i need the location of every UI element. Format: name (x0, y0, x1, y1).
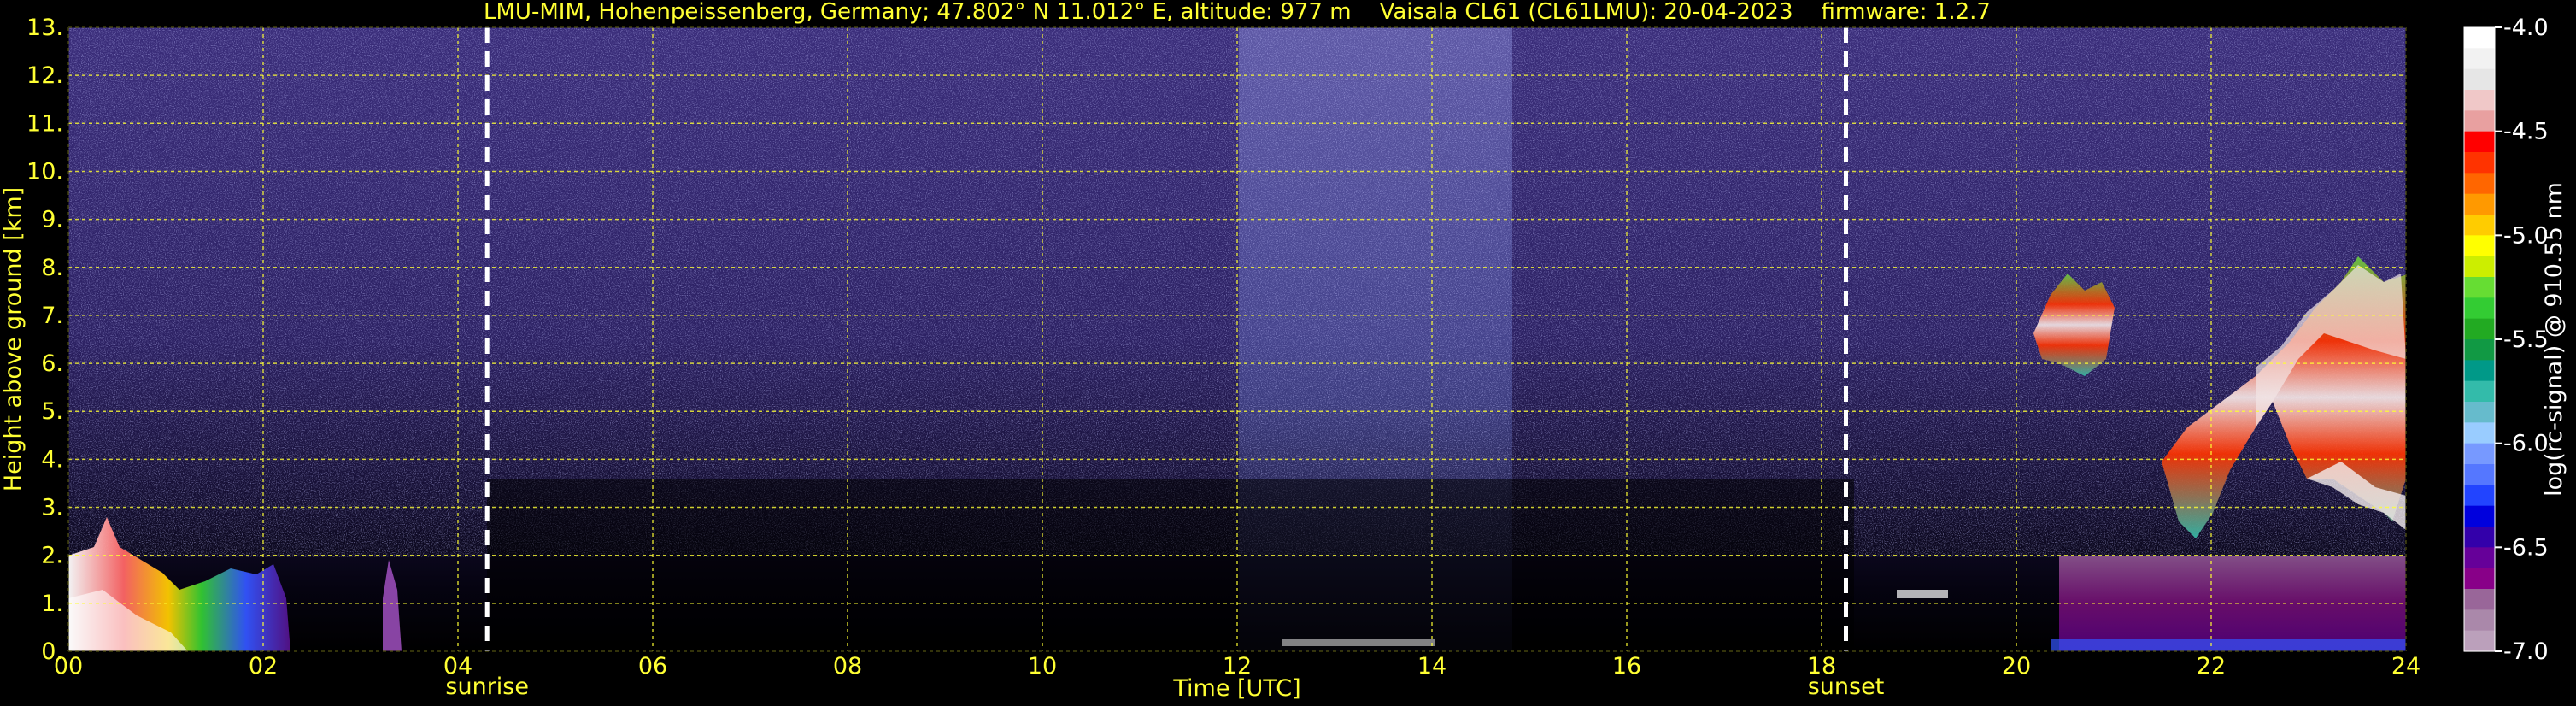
y-tick-label: 5. (41, 398, 63, 425)
colorbar-swatch (2464, 339, 2495, 361)
plot-area (68, 27, 2406, 651)
colorbar-swatch (2464, 256, 2495, 278)
colorbar-swatch (2464, 193, 2495, 215)
colorbar-swatch (2464, 173, 2495, 195)
colorbar-tick-label: -7.0 (2503, 638, 2549, 665)
colorbar-swatch (2464, 131, 2495, 153)
colorbar-tick-label: -4.5 (2503, 119, 2549, 145)
y-tick-label: 2. (41, 543, 63, 569)
x-tick-label: 22 (2197, 653, 2226, 680)
ceilometer-chart: sunrise sunset 00 02 04 06 08 10 12 14 16 18 20 22 24… (0, 0, 2567, 702)
colorbar-swatch (2464, 380, 2495, 403)
colorbar-swatch (2464, 547, 2495, 569)
y-tick-label: 8. (41, 255, 63, 281)
y-tick-label: 6. (41, 350, 63, 377)
x-tick-label: 18 (1807, 653, 1836, 680)
colorbar-swatch (2464, 152, 2495, 174)
colorbar-swatch (2464, 318, 2495, 340)
colorbar-swatch (2464, 215, 2495, 236)
colorbar-label: log(rc-signal) @ 910.55 nm (2541, 182, 2567, 497)
y-tick-label: 13. (26, 15, 63, 41)
colorbar-swatch (2464, 527, 2495, 548)
colorbar-swatch (2464, 609, 2495, 632)
y-tick-label: 4. (41, 446, 63, 473)
colorbar-swatch (2464, 90, 2495, 111)
colorbar-swatch (2464, 485, 2495, 507)
colorbar-swatch (2464, 443, 2495, 465)
x-tick-label: 02 (249, 653, 278, 680)
colorbar-swatch (2464, 360, 2495, 382)
y-tick-labels: 0. 1. 2. 3. 4. 5. 6. 7. 8. 9. 10. 11. 12. 13. (26, 15, 63, 665)
y-tick-label: 9. (41, 207, 63, 233)
colorbar-swatch (2464, 464, 2495, 485)
colorbar-swatch (2464, 630, 2495, 652)
x-tick-label: 24 (2391, 653, 2421, 680)
x-tick-label: 08 (833, 653, 862, 680)
colorbar-swatch (2464, 235, 2495, 257)
colorbar-swatch (2464, 277, 2495, 298)
y-tick-label: 1. (41, 591, 63, 617)
colorbar-tick-label: -4.0 (2503, 15, 2549, 41)
chart-title: LMU-MIM, Hohenpeissenberg, Germany; 47.8… (484, 0, 1991, 25)
y-tick-label: 10. (26, 158, 63, 185)
y-axis-label: Height above ground [km] (0, 187, 26, 491)
x-tick-label: 10 (1028, 653, 1057, 680)
colorbar-swatch (2464, 297, 2495, 320)
y-tick-label: 12. (26, 62, 63, 89)
colorbar-swatch (2464, 110, 2495, 132)
colorbar-swatch (2464, 68, 2495, 91)
y-tick-label: 7. (41, 303, 63, 329)
colorbar-swatch (2464, 589, 2495, 610)
x-tick-label: 16 (1612, 653, 1641, 680)
y-tick-label: 0. (41, 638, 63, 665)
x-tick-label: 06 (638, 653, 667, 680)
colorbar: -4.0-4.5-5.0-5.5-6.0-6.5-7.0 log(rc-sign… (2463, 15, 2567, 665)
colorbar-swatch (2464, 402, 2495, 423)
colorbar-swatch (2464, 27, 2495, 49)
colorbar-swatch (2464, 505, 2495, 527)
y-tick-label: 11. (26, 110, 63, 137)
y-tick-label: 3. (41, 495, 63, 521)
x-axis-label: Time [UTC] (1172, 675, 1300, 702)
x-tick-label: 04 (443, 653, 472, 680)
colorbar-swatch (2464, 422, 2495, 444)
x-tick-label: 14 (1417, 653, 1446, 680)
x-tick-label: 20 (2002, 653, 2031, 680)
colorbar-tick-label: -6.5 (2503, 534, 2549, 561)
colorbar-swatch (2464, 48, 2495, 70)
colorbar-swatch (2464, 568, 2495, 590)
